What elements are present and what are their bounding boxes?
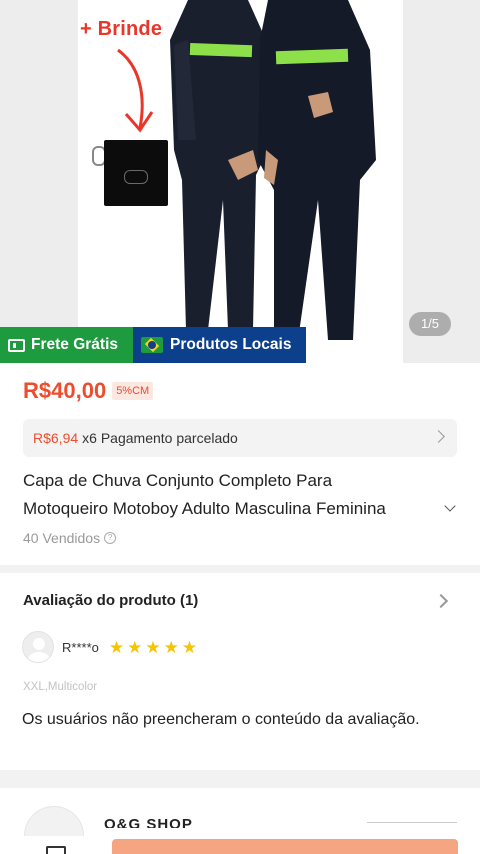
chat-icon[interactable] (46, 846, 66, 854)
local-products-tag: Produtos Locais (133, 327, 306, 363)
price-row: R$40,00 5%CM (23, 378, 154, 404)
review-author: R****o ★ ★ ★ ★ ★ (22, 631, 197, 663)
local-products-label: Produtos Locais (170, 336, 292, 353)
image-counter: 1/5 (409, 312, 451, 336)
installment-option[interactable]: R$6,94 x6 Pagamento parcelado (23, 419, 457, 457)
promo-gift-label: + Brinde (80, 18, 163, 40)
free-shipping-tag: Frete Grátis (0, 327, 133, 363)
section-divider (0, 565, 480, 573)
star-icon: ★ (145, 637, 161, 657)
visit-shop-button[interactable] (367, 822, 457, 826)
star-icon: ★ (163, 637, 179, 657)
avatar (22, 631, 54, 663)
sold-count-label: 40 Vendidos (23, 530, 101, 546)
star-icon: ★ (108, 637, 125, 657)
cashback-badge: 5%CM (112, 382, 154, 400)
star-icon: ★ (127, 637, 143, 657)
bag-logo (124, 170, 148, 184)
product-title-line2: Motoqueiro Motoboy Adulto Masculina Femi… (23, 499, 386, 518)
review-text: Os usuários não preencheram o conteúdo d… (22, 711, 420, 728)
free-shipping-label: Frete Grátis (31, 336, 119, 353)
reviews-heading[interactable]: Avaliação do produto (1) (23, 592, 198, 609)
shop-name[interactable]: O&G SHOP (104, 816, 193, 828)
installment-text: x6 Pagamento parcelado (82, 430, 238, 446)
truck-icon (8, 338, 25, 352)
product-price: R$40,00 (23, 378, 107, 403)
reviewer-name: R****o (62, 639, 99, 655)
info-icon[interactable]: ? (104, 532, 117, 544)
shipping-tags: Frete Grátis Produtos Locais (0, 327, 306, 363)
star-icon: ★ (181, 637, 198, 657)
review-variant: XXL,Multicolor (23, 681, 98, 693)
product-image-gallery[interactable]: + Brinde 1/5 (0, 0, 480, 363)
brazil-flag-icon (141, 337, 163, 353)
installment-amount: R$6,94 (33, 430, 79, 446)
arrow-down-icon (117, 48, 154, 133)
buy-now-button[interactable] (112, 839, 458, 854)
product-title-line1: Capa de Chuva Conjunto Completo Para (23, 471, 333, 490)
chevron-right-icon[interactable] (433, 593, 449, 609)
sold-count: 40 Vendidos ? (23, 530, 117, 546)
section-divider (0, 770, 480, 788)
rating-stars: ★ ★ ★ ★ ★ (109, 639, 197, 656)
chevron-right-icon (432, 430, 445, 443)
product-title[interactable]: Capa de Chuva Conjunto Completo Para Mot… (23, 467, 443, 523)
chevron-down-icon[interactable] (444, 500, 456, 512)
